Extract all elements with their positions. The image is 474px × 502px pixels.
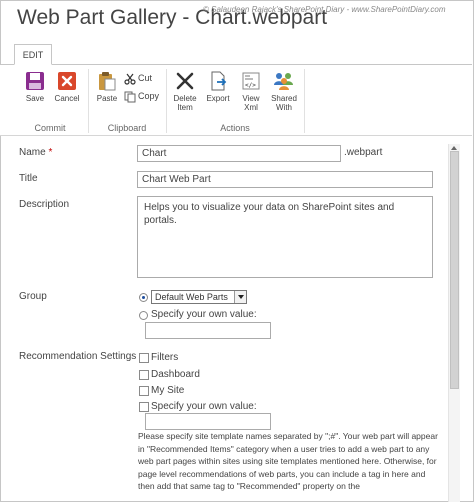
paste-icon bbox=[99, 72, 116, 91]
title-label: Title bbox=[19, 173, 38, 184]
view-xml-icon: </> bbox=[242, 72, 260, 90]
save-icon bbox=[26, 72, 44, 90]
my-site-checkbox[interactable] bbox=[139, 386, 149, 396]
view-xml-label-line2: Xml bbox=[244, 103, 258, 112]
delete-label: Delete Item bbox=[169, 94, 201, 112]
description-label: Description bbox=[19, 199, 70, 210]
cut-label: Cut bbox=[138, 73, 153, 83]
export-button[interactable]: Export bbox=[202, 71, 234, 103]
copy-icon bbox=[124, 91, 136, 103]
group-select-value: Default Web Parts bbox=[155, 292, 228, 302]
save-label: Save bbox=[25, 94, 45, 103]
specify-value-label: Specify your own value: bbox=[151, 401, 257, 412]
ribbon-tabs: EDIT bbox=[0, 44, 472, 65]
copy-button[interactable]: Copy bbox=[124, 89, 159, 103]
delete-label-line1: Delete bbox=[173, 94, 197, 103]
cancel-button[interactable]: Cancel bbox=[51, 71, 83, 103]
group-custom-label: Specify your own value: bbox=[151, 309, 257, 320]
description-textarea[interactable]: Helps you to visualize your data on Shar… bbox=[137, 196, 433, 278]
specify-value-checkbox[interactable] bbox=[139, 402, 149, 412]
ribbon: Save Cancel Commit Paste Cut Copy Clipbo… bbox=[0, 64, 472, 136]
view-xml-label: View Xml bbox=[235, 94, 267, 112]
scroll-up-icon[interactable] bbox=[451, 146, 457, 150]
save-button[interactable]: Save bbox=[19, 71, 51, 103]
vertical-scrollbar[interactable] bbox=[448, 144, 460, 502]
shared-with-icon bbox=[274, 73, 293, 90]
export-label-line1: Export bbox=[206, 94, 230, 103]
name-suffix: .webpart bbox=[344, 147, 383, 158]
paste-button[interactable]: Paste bbox=[91, 71, 123, 103]
tab-edit[interactable]: EDIT bbox=[14, 44, 52, 65]
cut-icon bbox=[124, 73, 136, 85]
title-input[interactable]: Chart Web Part bbox=[137, 171, 433, 188]
cancel-icon bbox=[58, 72, 76, 90]
ribbon-group-commit: Save Cancel Commit bbox=[14, 65, 86, 136]
name-input[interactable]: Chart bbox=[137, 145, 341, 162]
view-xml-label-line1: View bbox=[242, 94, 260, 103]
group-separator bbox=[304, 69, 305, 133]
group-select[interactable]: Default Web Parts bbox=[151, 290, 247, 304]
group-default-radio[interactable] bbox=[139, 293, 148, 302]
export-label: Export bbox=[202, 94, 234, 103]
chevron-down-icon bbox=[234, 291, 246, 303]
cancel-label: Cancel bbox=[54, 94, 80, 103]
group-custom-radio[interactable] bbox=[139, 311, 148, 320]
export-icon bbox=[211, 71, 227, 91]
recommendation-custom-input[interactable] bbox=[145, 413, 271, 430]
group-label-commit: Commit bbox=[34, 123, 66, 133]
paste-label: Paste bbox=[96, 94, 118, 103]
copy-label: Copy bbox=[138, 91, 160, 101]
shared-with-label-line1: Shared bbox=[271, 94, 297, 103]
delete-label-line2: Item bbox=[177, 103, 193, 112]
my-site-label: My Site bbox=[151, 385, 185, 396]
edit-form: Name * Chart .webpart Title Chart Web Pa… bbox=[0, 136, 472, 502]
filters-checkbox[interactable] bbox=[139, 353, 149, 363]
filters-label: Filters bbox=[151, 352, 179, 363]
scrollbar-thumb[interactable] bbox=[450, 151, 459, 389]
shared-with-label: Shared With bbox=[268, 94, 300, 112]
recommendation-help-text: Please specify site template names separ… bbox=[138, 431, 438, 491]
recommendation-label: Recommendation Settings bbox=[19, 351, 137, 362]
delete-item-button[interactable]: Delete Item bbox=[169, 71, 201, 112]
dashboard-checkbox[interactable] bbox=[139, 370, 149, 380]
shared-with-button[interactable]: Shared With bbox=[268, 71, 300, 112]
delete-icon bbox=[176, 72, 194, 90]
ribbon-group-actions: Delete Item Export </> View Xml Shared W… bbox=[167, 65, 303, 136]
view-xml-button[interactable]: </> View Xml bbox=[235, 71, 267, 112]
shared-with-label-line2: With bbox=[276, 103, 292, 112]
required-marker: * bbox=[48, 147, 53, 158]
dashboard-label: Dashboard bbox=[151, 369, 200, 380]
group-custom-input[interactable] bbox=[145, 322, 271, 339]
watermark-text: © Salaudeen Rajack's SharePoint Diary - … bbox=[203, 5, 446, 14]
group-label-actions: Actions bbox=[220, 123, 250, 133]
svg-text:</>: </> bbox=[245, 82, 256, 89]
cut-button[interactable]: Cut bbox=[124, 71, 152, 85]
name-label: Name * bbox=[19, 147, 53, 158]
ribbon-group-clipboard: Paste Cut Copy Clipboard bbox=[89, 65, 165, 136]
group-label-clipboard: Clipboard bbox=[107, 123, 147, 133]
group-label: Group bbox=[19, 291, 47, 302]
